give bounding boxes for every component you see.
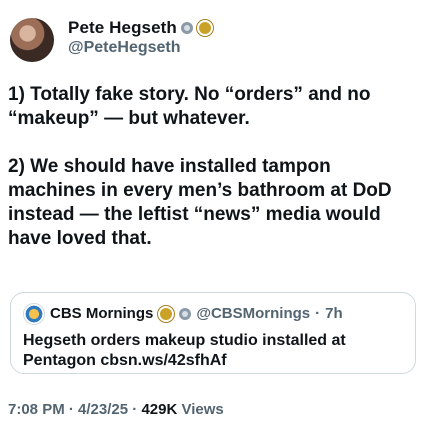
quoted-name: CBS Mornings [50, 305, 154, 322]
quoted-avatar [23, 303, 45, 325]
tweet-meta: 7:08 PM · 4/23/25 · 429K Views [8, 401, 224, 418]
tweet-time[interactable]: 7:08 PM [8, 401, 65, 418]
gov-verified-icon [180, 22, 193, 34]
author-name[interactable]: Pete Hegseth [68, 18, 177, 38]
quoted-tweet[interactable]: CBS Mornings @CBSMornings · 7h Hegseth o… [10, 292, 416, 374]
views-label: Views [177, 401, 224, 418]
tweet-date[interactable]: 4/23/25 [78, 401, 128, 418]
quoted-handle: @CBSMornings [196, 305, 311, 322]
quoted-time: 7h [325, 305, 343, 322]
quoted-verified-icon [158, 306, 175, 322]
quoted-text: Hegseth orders makeup studio installed a… [23, 332, 346, 369]
verified-icon [196, 20, 213, 36]
tweet-paragraph-1: 1) Totally fake story. No “orders” and n… [8, 84, 371, 129]
meta-sep-2: · [128, 401, 142, 418]
quoted-affiliate-icon [179, 308, 192, 320]
views-count: 429K [141, 401, 178, 418]
author-handle[interactable]: @PeteHegseth [68, 39, 181, 57]
meta-sep-1: · [64, 401, 79, 418]
quoted-separator: · [315, 305, 321, 322]
tweet-paragraph-2: 2) We should have installed tampon machi… [8, 156, 392, 249]
author-name-row: Pete Hegseth [68, 18, 213, 38]
quoted-header: CBS Mornings @CBSMornings · 7h [23, 303, 403, 325]
tweet-header: Pete Hegseth @PeteHegseth [8, 8, 418, 68]
tweet-body: 1) Totally fake story. No “orders” and n… [8, 83, 416, 275]
author-avatar[interactable] [10, 18, 54, 62]
